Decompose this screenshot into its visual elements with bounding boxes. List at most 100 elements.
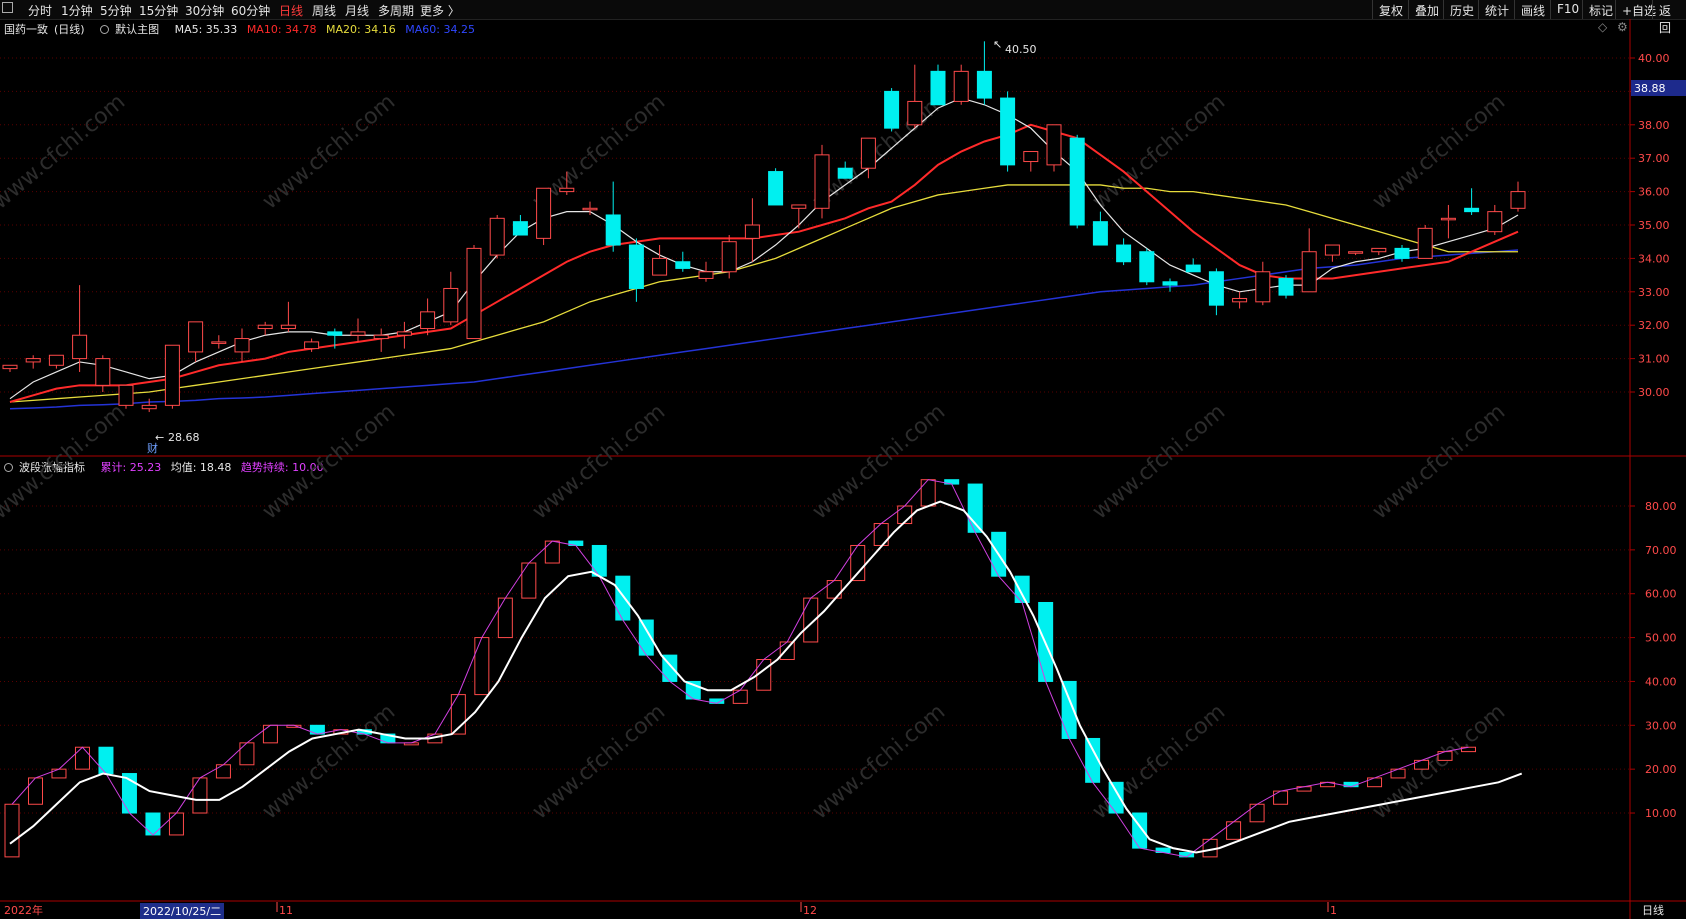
template-selector[interactable]: 默认主图 <box>100 23 165 36</box>
period-tab-3[interactable]: 15分钟 <box>139 2 178 19</box>
cursor-date: 2022/10/25/二 <box>140 903 225 919</box>
period-tab-6[interactable]: 日线 <box>279 2 303 19</box>
tool-button-6[interactable]: 标记 <box>1582 0 1619 19</box>
candle-up <box>1371 247 1387 253</box>
candle-up <box>559 187 575 193</box>
candle-up <box>396 331 412 336</box>
candle-down <box>1185 264 1201 273</box>
candle-up <box>443 287 459 323</box>
candle-up <box>141 404 157 410</box>
period-tab-2[interactable]: 5分钟 <box>100 2 132 19</box>
candle-up <box>25 358 41 363</box>
indicator-bar-up <box>732 689 748 704</box>
price-tick-label: 32.00 <box>1638 319 1670 332</box>
indicator-bar-up <box>1320 781 1336 788</box>
indicator-bar-down <box>944 479 960 485</box>
tool-button-4[interactable]: 画线 <box>1514 0 1551 19</box>
indicator-bar-down <box>1038 601 1054 682</box>
candle-up <box>1255 271 1271 303</box>
candle-down <box>1162 281 1178 286</box>
candle-down <box>1464 207 1480 213</box>
indicator-bar-up <box>1202 838 1218 858</box>
price-tick-label: 31.00 <box>1638 353 1670 366</box>
candle-up <box>1301 251 1317 293</box>
settings-icon[interactable]: ⚙ <box>1617 20 1628 34</box>
candle-up <box>95 358 111 386</box>
candle-up <box>1023 151 1039 163</box>
indicator-bar-up <box>1226 821 1242 840</box>
watermark-text: www.cfchi.com <box>258 89 400 214</box>
candle-up <box>652 257 668 276</box>
candle-down <box>768 171 784 206</box>
candle-up <box>280 324 296 330</box>
watermark-text: www.cfchi.com <box>258 699 400 824</box>
indicator-bar-down <box>1014 575 1030 603</box>
indicator-bar-up <box>1273 790 1289 805</box>
tool-button-0[interactable]: 复权 <box>1372 0 1409 19</box>
indicator-bar-up <box>4 803 20 858</box>
tool-button-3[interactable]: 统计 <box>1478 0 1515 19</box>
diamond-icon[interactable]: ◇ <box>1598 20 1607 34</box>
candle-up <box>721 241 737 273</box>
candle-up <box>489 217 505 256</box>
indicator-bar-up <box>168 812 184 836</box>
sum-label: 累计: 25.23 <box>100 461 162 474</box>
tool-button-8[interactable]: 返回 <box>1652 0 1686 35</box>
indicator-bar-down <box>380 733 396 744</box>
indicator-bar-up <box>920 479 936 507</box>
period-tab-0[interactable]: 分时 <box>28 2 52 19</box>
candle-up <box>814 154 830 209</box>
watermark-text: www.cfchi.com <box>1088 699 1230 824</box>
ma10-line <box>9 123 1519 403</box>
indicator-bar-up <box>779 641 795 661</box>
indicator-bar-up <box>1367 777 1383 788</box>
finance-marker[interactable]: 财 <box>147 441 158 455</box>
period-tab-7[interactable]: 周线 <box>312 2 336 19</box>
indicator-bar-down <box>145 812 161 836</box>
candle-down <box>837 167 853 179</box>
tool-button-5[interactable]: F10 <box>1550 0 1585 19</box>
candle-down <box>1069 137 1085 226</box>
period-tab-1[interactable]: 1分钟 <box>61 2 93 19</box>
candle-up <box>48 354 64 366</box>
indicator-bar-down <box>662 654 678 682</box>
indicator-bar-up <box>450 694 466 735</box>
ma20-line <box>9 184 1518 403</box>
tool-button-1[interactable]: 叠加 <box>1408 0 1445 19</box>
period-tab-4[interactable]: 30分钟 <box>185 2 224 19</box>
candle-up <box>744 224 760 239</box>
indicator-bar-down <box>1061 680 1077 739</box>
candle-up <box>536 187 552 239</box>
candle-up <box>164 344 180 406</box>
candle-down <box>1139 251 1155 283</box>
period-tab-10[interactable]: 更多 〉 <box>420 2 460 19</box>
price-tick-label: 40.00 <box>1638 52 1670 65</box>
month-label-1: 1 <box>1330 904 1337 917</box>
period-tab-9[interactable]: 多周期 <box>378 2 414 19</box>
indicator-bar-up <box>403 742 419 746</box>
indicator-name[interactable]: 波段涨幅指标 <box>4 461 91 474</box>
candle-up <box>466 247 482 340</box>
candle-up <box>234 338 250 353</box>
ma5-line <box>9 97 1519 400</box>
indicator-tick-label: 20.00 <box>1645 763 1677 776</box>
indicator-bar-down <box>1132 812 1148 849</box>
stock-name[interactable]: 国药一致 (日线) <box>4 23 91 36</box>
indicator-bar-up <box>286 724 302 728</box>
watermark-text: www.cfchi.com <box>1088 89 1230 214</box>
candle-down <box>1394 247 1410 259</box>
low-arrow-icon: ← <box>155 431 164 444</box>
high-arrow-icon: ↖ <box>993 38 1002 51</box>
window-icon[interactable] <box>2 2 13 13</box>
tool-button-2[interactable]: 历史 <box>1443 0 1480 19</box>
indicator-bar-up <box>497 597 513 639</box>
indicator-tick-label: 40.00 <box>1645 675 1677 688</box>
candle-up <box>72 334 88 360</box>
candle-up <box>698 271 714 279</box>
period-tab-5[interactable]: 60分钟 <box>231 2 270 19</box>
candle-down <box>512 221 528 236</box>
period-tab-8[interactable]: 月线 <box>345 2 369 19</box>
indicator-bar-down <box>121 773 137 814</box>
indicator-tick-label: 50.00 <box>1645 632 1677 645</box>
indicator-bar-up <box>756 659 772 691</box>
